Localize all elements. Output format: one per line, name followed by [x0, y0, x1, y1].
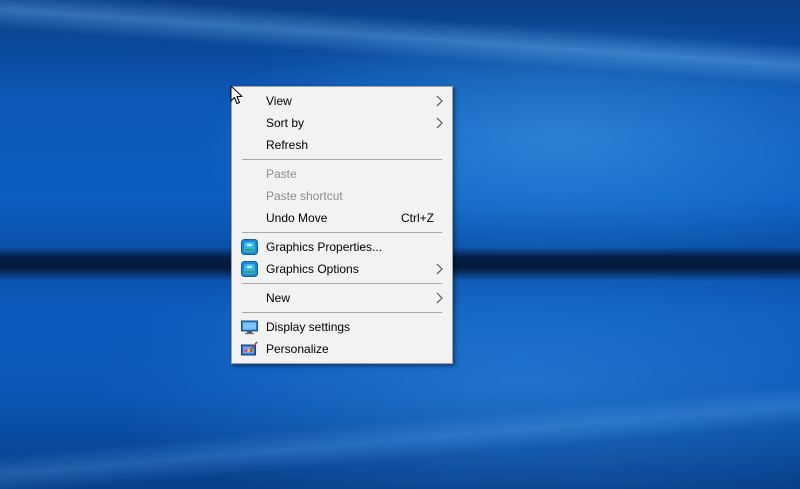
wallpaper-light-beam — [0, 0, 800, 90]
personalize-icon — [241, 341, 258, 356]
menu-item-paste[interactable]: Paste — [234, 163, 450, 185]
menu-item-label: New — [266, 291, 291, 305]
display-settings-icon — [241, 320, 258, 335]
menu-item-shortcut: Ctrl+Z — [401, 211, 434, 225]
menu-separator — [242, 159, 442, 160]
mouse-pointer-icon — [230, 85, 243, 104]
menu-item-display-settings[interactable]: Display settings — [234, 316, 450, 338]
menu-separator — [242, 312, 442, 313]
menu-item-label: View — [266, 94, 292, 108]
menu-item-label: Display settings — [266, 320, 351, 334]
chevron-right-icon — [436, 95, 443, 107]
menu-item-label: Graphics Options — [266, 262, 359, 276]
menu-separator — [242, 232, 442, 233]
menu-item-refresh[interactable]: Refresh — [234, 134, 450, 156]
menu-item-view[interactable]: View — [234, 90, 450, 112]
menu-item-paste-shortcut[interactable]: Paste shortcut — [234, 185, 450, 207]
menu-item-label: Sort by — [266, 116, 305, 130]
chevron-right-icon — [436, 292, 443, 304]
wallpaper-light-beam — [0, 379, 800, 489]
menu-separator — [242, 283, 442, 284]
intel-graphics-icon — [241, 261, 258, 277]
menu-item-graphics-options[interactable]: Graphics Options — [234, 258, 450, 280]
menu-item-personalize[interactable]: Personalize — [234, 338, 450, 360]
menu-item-undo-move[interactable]: Undo Move Ctrl+Z — [234, 207, 450, 229]
menu-item-label: Graphics Properties... — [266, 240, 383, 254]
chevron-right-icon — [436, 263, 443, 275]
menu-item-label: Undo Move — [266, 211, 328, 225]
menu-item-label: Paste — [266, 167, 297, 181]
menu-item-graphics-properties[interactable]: Graphics Properties... — [234, 236, 450, 258]
menu-item-label: Refresh — [266, 138, 309, 152]
menu-item-label: Paste shortcut — [266, 189, 343, 203]
chevron-right-icon — [436, 117, 443, 129]
intel-graphics-icon — [241, 239, 258, 255]
menu-item-sort-by[interactable]: Sort by — [234, 112, 450, 134]
desktop-context-menu: View Sort by Refresh Paste Paste shortcu… — [231, 86, 453, 364]
menu-item-label: Personalize — [266, 342, 329, 356]
menu-item-new[interactable]: New — [234, 287, 450, 309]
